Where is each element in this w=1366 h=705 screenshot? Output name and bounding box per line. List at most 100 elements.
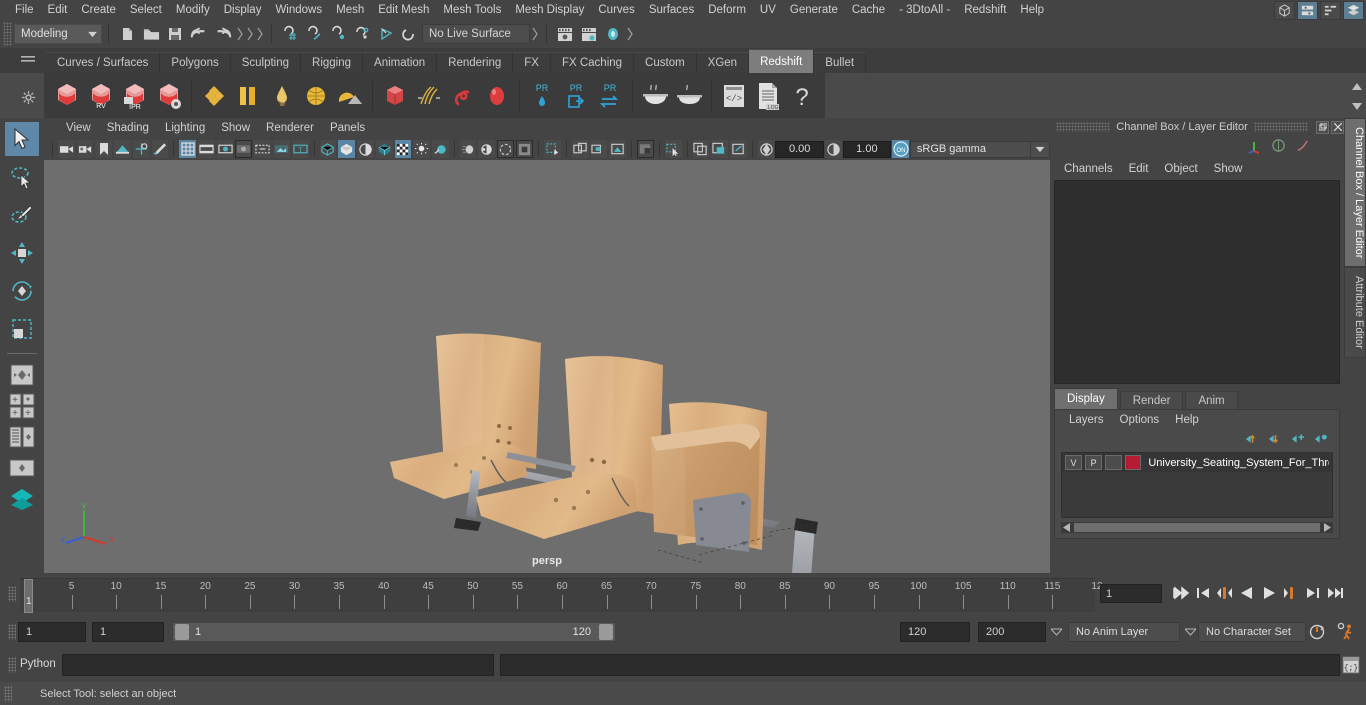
scale-tool[interactable] bbox=[5, 312, 39, 346]
shelf-options-gear-icon[interactable] bbox=[20, 89, 36, 105]
redshift-sphere-icon[interactable] bbox=[480, 76, 514, 116]
timeline-grip[interactable] bbox=[8, 586, 16, 602]
menu-mesh-display[interactable]: Mesh Display bbox=[508, 0, 591, 20]
menu-help[interactable]: Help bbox=[1013, 0, 1051, 20]
menu-uv[interactable]: UV bbox=[753, 0, 783, 20]
persp-graph-layout[interactable] bbox=[5, 454, 39, 482]
redshift-rv-icon[interactable]: RV bbox=[84, 76, 118, 116]
shelf-tab-fx[interactable]: FX bbox=[513, 52, 551, 73]
menu-generate[interactable]: Generate bbox=[783, 0, 845, 20]
ambient-occlusion-icon[interactable] bbox=[432, 140, 449, 158]
command-input-field[interactable] bbox=[62, 654, 494, 676]
outliner-persp-layout[interactable] bbox=[5, 423, 39, 451]
camera-attributes-icon[interactable] bbox=[76, 140, 94, 158]
step-forward-keyframe-icon[interactable] bbox=[1304, 582, 1322, 604]
collapse-arrow-3[interactable] bbox=[255, 23, 265, 45]
redshift-dome-light-icon[interactable] bbox=[299, 76, 333, 116]
channels-menu[interactable]: Channels bbox=[1056, 163, 1121, 175]
redo-icon[interactable] bbox=[212, 23, 234, 45]
single-perspective-layout[interactable] bbox=[5, 361, 39, 389]
redshift-ies-light-icon[interactable] bbox=[265, 76, 299, 116]
duplicate-view-icon[interactable] bbox=[692, 140, 710, 158]
animation-end-time-field[interactable]: 200 bbox=[978, 622, 1046, 642]
shelf-menu-icon[interactable] bbox=[20, 52, 36, 68]
menu-mesh-tools[interactable]: Mesh Tools bbox=[436, 0, 508, 20]
grease-pencil-icon[interactable] bbox=[151, 140, 169, 158]
color-transform-field[interactable]: sRGB gamma bbox=[909, 140, 1032, 158]
help-line-grip[interactable] bbox=[4, 685, 12, 702]
menu-cache[interactable]: Cache bbox=[845, 0, 892, 20]
gamma-field[interactable]: 1.00 bbox=[842, 140, 892, 158]
redshift-light-blocker-icon[interactable] bbox=[231, 76, 265, 116]
display-layer-list[interactable]: V P University_Seating_System_For_Three bbox=[1061, 452, 1333, 518]
open-scene-icon[interactable] bbox=[140, 23, 162, 45]
exposure-icon[interactable] bbox=[757, 140, 775, 158]
menu-redshift[interactable]: Redshift bbox=[957, 0, 1013, 20]
viewport-menu-show[interactable]: Show bbox=[213, 122, 258, 134]
anim-layer-selector[interactable]: No Anim Layer bbox=[1068, 622, 1180, 642]
shelf-tab-rigging[interactable]: Rigging bbox=[301, 52, 364, 73]
shelf-scroll-arrows[interactable] bbox=[1350, 77, 1364, 115]
layer-playback-toggle[interactable]: P bbox=[1085, 455, 1103, 470]
menu-surfaces[interactable]: Surfaces bbox=[642, 0, 701, 20]
current-frame-field[interactable]: 1 bbox=[1100, 584, 1162, 603]
command-line-grip[interactable] bbox=[8, 657, 16, 673]
exposure-field[interactable]: 0.00 bbox=[775, 140, 824, 158]
color-management-toggle-icon[interactable]: ON bbox=[892, 140, 909, 158]
render-settings-icon[interactable] bbox=[602, 23, 624, 45]
shelf-tab-curves-surfaces[interactable]: Curves / Surfaces bbox=[46, 52, 161, 73]
multisample-icon[interactable] bbox=[478, 140, 496, 158]
color-transform-dropdown-arrow[interactable] bbox=[1031, 140, 1050, 158]
gamma-icon[interactable] bbox=[824, 140, 842, 158]
character-set-selector[interactable]: No Character Set bbox=[1198, 622, 1306, 642]
bookmark-icon[interactable] bbox=[95, 140, 113, 158]
select-camera-icon[interactable] bbox=[57, 140, 75, 158]
new-layer-from-selected-icon[interactable] bbox=[1314, 433, 1329, 448]
snap-to-projected-center-icon[interactable] bbox=[351, 23, 373, 45]
shadows-icon[interactable] bbox=[413, 140, 431, 158]
tab-display-layers[interactable]: Display bbox=[1054, 388, 1118, 409]
menu-windows[interactable]: Windows bbox=[268, 0, 329, 20]
range-slider-bar[interactable]: 1 120 bbox=[172, 622, 616, 642]
shelf-tab-polygons[interactable]: Polygons bbox=[160, 52, 231, 73]
sphere-icon[interactable] bbox=[1271, 138, 1286, 156]
attribute-editor-icon[interactable] bbox=[1297, 1, 1318, 20]
layer-help-menu[interactable]: Help bbox=[1167, 414, 1207, 426]
resolution-gate-icon[interactable] bbox=[216, 140, 234, 158]
channel-show-menu[interactable]: Show bbox=[1206, 163, 1251, 175]
modeling-toolkit-icon[interactable] bbox=[1274, 1, 1295, 20]
shelf-tab-custom[interactable]: Custom bbox=[634, 52, 697, 73]
script-editor-icon[interactable]: {;} bbox=[1341, 655, 1361, 675]
resize-view-icon[interactable] bbox=[730, 140, 747, 158]
move-layer-up-icon[interactable] bbox=[1245, 433, 1260, 448]
tab-render-layers[interactable]: Render bbox=[1119, 391, 1184, 409]
move-layer-down-icon[interactable] bbox=[1268, 433, 1283, 448]
wireframe-icon[interactable] bbox=[319, 140, 337, 158]
menu-file[interactable]: File bbox=[8, 0, 41, 20]
film-gate-icon[interactable] bbox=[198, 140, 215, 158]
curve-icon[interactable] bbox=[1295, 138, 1310, 156]
shelf-tab-sculpting[interactable]: Sculpting bbox=[230, 52, 302, 73]
menu-mesh[interactable]: Mesh bbox=[329, 0, 371, 20]
depth-of-field-icon[interactable] bbox=[497, 140, 515, 158]
redshift-settings-icon[interactable] bbox=[152, 76, 186, 116]
panel-undock-button[interactable] bbox=[1316, 120, 1329, 134]
menu-select[interactable]: Select bbox=[123, 0, 169, 20]
menu-edit-mesh[interactable]: Edit Mesh bbox=[371, 0, 436, 20]
time-slider-track[interactable]: 5 10 15 20 25 30 35 40 45 50 55 60 65 70 75 80 85 90 95 100… bbox=[20, 578, 1102, 613]
redshift-environment-icon[interactable] bbox=[333, 76, 367, 116]
redshift-bake-set-icon[interactable] bbox=[672, 76, 706, 116]
undo-icon[interactable] bbox=[188, 23, 210, 45]
render-region-icon[interactable] bbox=[636, 140, 654, 158]
layer-visibility-toggle[interactable]: V bbox=[1065, 455, 1083, 470]
save-scene-icon[interactable] bbox=[164, 23, 186, 45]
collapse-arrow-4[interactable] bbox=[530, 23, 540, 45]
animation-start-time-field[interactable]: 1 bbox=[18, 622, 86, 642]
viewport-canvas[interactable]: y x z persp bbox=[44, 160, 1050, 573]
menu-deform[interactable]: Deform bbox=[701, 0, 753, 20]
image-plane-icon[interactable] bbox=[114, 140, 131, 158]
make-live-icon[interactable] bbox=[399, 23, 421, 45]
layer-color-swatch[interactable] bbox=[1125, 455, 1142, 470]
shelf-tab-bullet[interactable]: Bullet bbox=[814, 52, 867, 73]
panel-grip-right[interactable] bbox=[1253, 122, 1308, 132]
